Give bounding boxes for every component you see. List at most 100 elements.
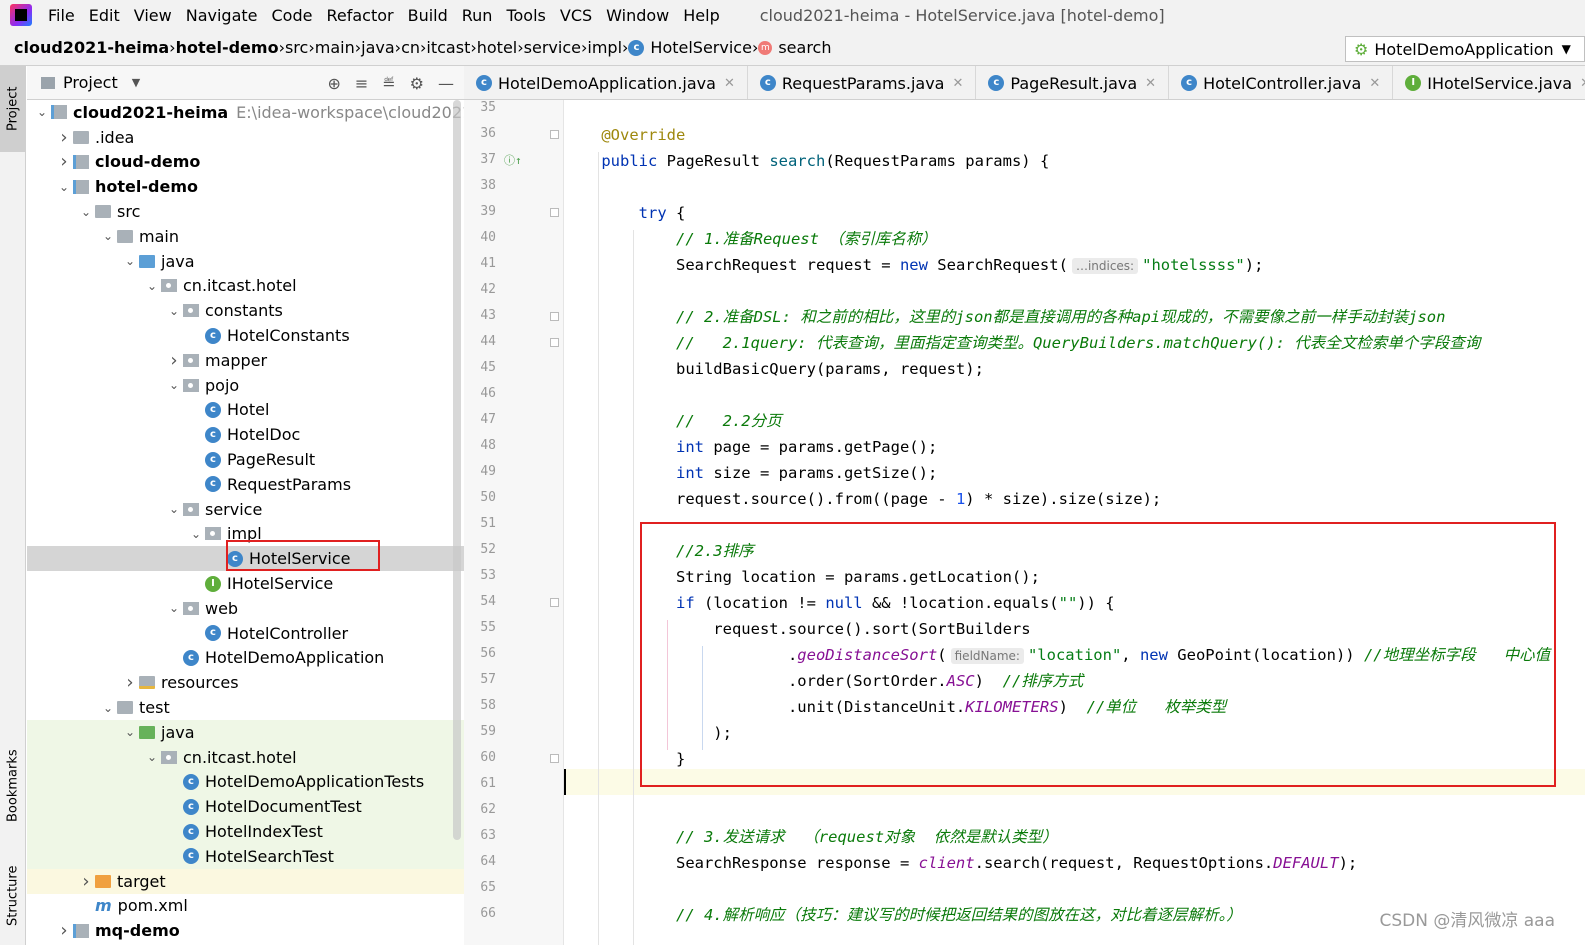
- breadcrumb-item[interactable]: c HotelService: [628, 38, 752, 57]
- project-panel-title[interactable]: Project: [63, 73, 118, 92]
- project-tree-scrollbar[interactable]: [453, 100, 461, 840]
- bookmarks-tool-tab[interactable]: Bookmarks: [0, 736, 26, 836]
- breadcrumb-item[interactable]: java: [361, 38, 395, 57]
- intellij-logo-icon[interactable]: [10, 4, 32, 26]
- menu-help[interactable]: Help: [683, 6, 719, 25]
- chevron-down-icon[interactable]: ⌄: [143, 750, 161, 764]
- tree-item[interactable]: ⌄ pojo: [27, 373, 464, 398]
- tree-item[interactable]: › .idea: [27, 125, 464, 150]
- chevron-down-icon[interactable]: ⌄: [55, 180, 73, 194]
- tree-item[interactable]: c HotelIndexTest: [27, 819, 464, 844]
- chevron-right-icon[interactable]: ›: [55, 127, 73, 148]
- tree-item[interactable]: ⌄ cn.itcast.hotel: [27, 744, 464, 770]
- tree-item[interactable]: ⌄ test: [27, 695, 464, 720]
- menu-edit[interactable]: Edit: [89, 6, 120, 25]
- chevron-down-icon[interactable]: ▼: [132, 76, 140, 89]
- breadcrumb-item[interactable]: hotel: [477, 38, 518, 57]
- menu-build[interactable]: Build: [408, 6, 448, 25]
- fold-marker-icon[interactable]: [550, 312, 559, 321]
- locate-icon[interactable]: ⊕: [327, 74, 340, 93]
- chevron-down-icon[interactable]: ⌄: [121, 725, 139, 739]
- editor-tab[interactable]: c PageResult.java ✕: [976, 66, 1170, 99]
- breadcrumb-item[interactable]: itcast: [426, 38, 470, 57]
- menu-window[interactable]: Window: [606, 6, 669, 25]
- tree-item[interactable]: c HotelDocumentTest: [27, 794, 464, 820]
- tree-item[interactable]: c HotelDemoApplication: [27, 646, 464, 671]
- chevron-down-icon[interactable]: ⌄: [165, 601, 183, 615]
- tree-item[interactable]: c HotelConstants: [27, 323, 464, 348]
- chevron-down-icon[interactable]: ⌄: [77, 205, 95, 219]
- tree-item[interactable]: c HotelDemoApplicationTests: [27, 769, 464, 795]
- project-tool-tab[interactable]: Project: [0, 66, 26, 152]
- tree-item[interactable]: › mapper: [27, 348, 464, 373]
- fold-marker-icon[interactable]: [550, 130, 559, 139]
- editor-tab[interactable]: c RequestParams.java ✕: [748, 66, 977, 99]
- tree-item[interactable]: c Hotel: [27, 398, 464, 423]
- chevron-down-icon[interactable]: ⌄: [143, 279, 161, 293]
- gear-icon[interactable]: ⚙: [410, 74, 424, 93]
- chevron-right-icon[interactable]: ›: [77, 871, 95, 892]
- tree-item[interactable]: I IHotelService: [27, 571, 464, 596]
- breadcrumb-item[interactable]: impl: [587, 38, 622, 57]
- fold-marker-icon[interactable]: [550, 754, 559, 763]
- chevron-down-icon[interactable]: ⌄: [165, 502, 183, 516]
- menu-code[interactable]: Code: [272, 6, 313, 25]
- tree-item[interactable]: ⌄ service: [27, 497, 464, 522]
- tree-item[interactable]: m pom.xml: [27, 894, 464, 919]
- tree-item[interactable]: c HotelService: [27, 546, 464, 572]
- fold-marker-icon[interactable]: [550, 598, 559, 607]
- collapse-all-icon[interactable]: ≝: [382, 74, 395, 93]
- fold-marker-icon[interactable]: [550, 338, 559, 347]
- tree-item[interactable]: c HotelController: [27, 621, 464, 646]
- breadcrumb-item[interactable]: hotel-demo: [176, 38, 279, 57]
- chevron-down-icon[interactable]: ⌄: [33, 105, 51, 119]
- breadcrumb-item[interactable]: src: [285, 38, 308, 57]
- tree-item[interactable]: ⌄ main: [27, 224, 464, 249]
- menu-run[interactable]: Run: [462, 6, 493, 25]
- chevron-down-icon[interactable]: ⌄: [165, 304, 183, 318]
- tree-item[interactable]: › cloud-demo: [27, 150, 464, 175]
- tree-item[interactable]: c HotelDoc: [27, 422, 464, 447]
- structure-tool-tab[interactable]: Structure: [0, 851, 26, 941]
- tree-item[interactable]: ⌄ impl: [27, 522, 464, 547]
- menu-tools[interactable]: Tools: [506, 6, 545, 25]
- breadcrumb-item[interactable]: cloud2021-heima: [14, 38, 169, 57]
- chevron-right-icon[interactable]: ›: [121, 672, 139, 693]
- close-icon[interactable]: ✕: [1580, 76, 1585, 91]
- fold-marker-icon[interactable]: [550, 208, 559, 217]
- chevron-right-icon[interactable]: ›: [55, 920, 73, 941]
- chevron-down-icon[interactable]: ⌄: [99, 229, 117, 243]
- tree-item[interactable]: › resources: [27, 670, 464, 695]
- breadcrumb-item[interactable]: m search: [758, 38, 832, 57]
- tree-item[interactable]: ⌄ hotel-demo: [27, 174, 464, 199]
- chevron-down-icon[interactable]: ⌄: [99, 701, 117, 715]
- tree-item[interactable]: c HotelSearchTest: [27, 843, 464, 869]
- tree-item[interactable]: ⌄ cn.itcast.hotel: [27, 274, 464, 299]
- tree-item[interactable]: ⌄ cloud2021-heima E:\idea-workspace\cloud2…: [27, 100, 464, 125]
- editor-tab[interactable]: c HotelDemoApplication.java ✕: [464, 66, 748, 99]
- close-icon[interactable]: ✕: [1369, 76, 1380, 91]
- chevron-right-icon[interactable]: ›: [55, 151, 73, 172]
- menu-view[interactable]: View: [134, 6, 172, 25]
- menu-navigate[interactable]: Navigate: [186, 6, 258, 25]
- tree-item[interactable]: ⌄ java: [27, 719, 464, 745]
- chevron-right-icon[interactable]: ›: [165, 350, 183, 371]
- minimize-icon[interactable]: —: [438, 74, 454, 93]
- close-icon[interactable]: ✕: [1145, 76, 1156, 91]
- editor-tab[interactable]: c HotelController.java ✕: [1169, 66, 1394, 99]
- menu-file[interactable]: File: [48, 6, 75, 25]
- close-icon[interactable]: ✕: [952, 76, 963, 91]
- expand-all-icon[interactable]: ≡: [355, 74, 368, 93]
- code-editor[interactable]: @Override public PageResult search(Reque…: [564, 100, 1585, 945]
- menu-refactor[interactable]: Refactor: [326, 6, 393, 25]
- tree-item[interactable]: c RequestParams: [27, 472, 464, 497]
- chevron-down-icon[interactable]: ⌄: [165, 378, 183, 392]
- run-config-selector[interactable]: ⚙ HotelDemoApplication ▼: [1345, 36, 1585, 62]
- tree-item[interactable]: ⌄ java: [27, 249, 464, 274]
- tree-item[interactable]: ⌄ constants: [27, 298, 464, 323]
- chevron-down-icon[interactable]: ⌄: [121, 254, 139, 268]
- breadcrumb-item[interactable]: main: [315, 38, 355, 57]
- tree-item[interactable]: › target: [27, 868, 464, 894]
- breadcrumb-item[interactable]: service: [524, 38, 581, 57]
- breadcrumb-item[interactable]: cn: [401, 38, 420, 57]
